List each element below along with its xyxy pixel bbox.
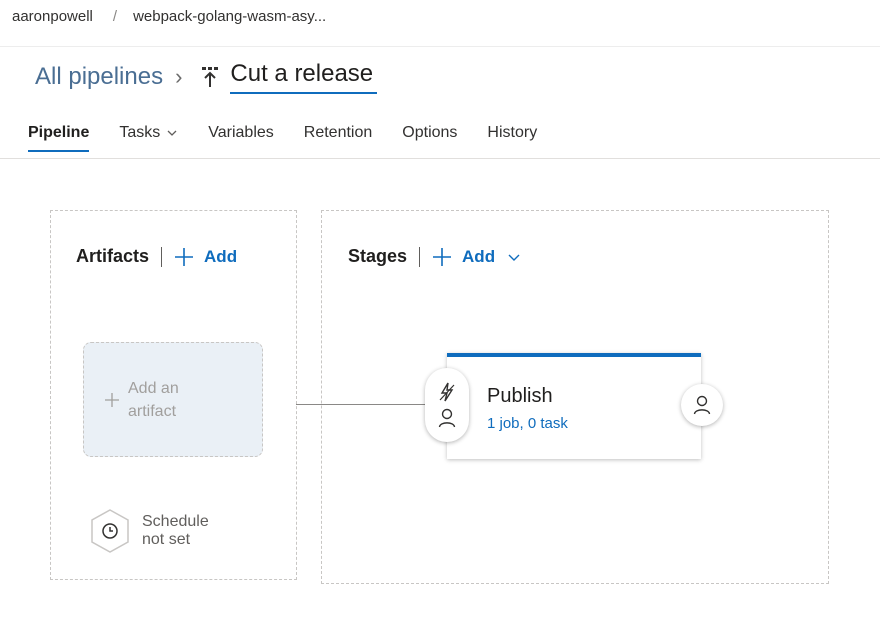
breadcrumb-project[interactable]: webpack-golang-wasm-asy... (133, 8, 326, 25)
clock-hexagon-icon (91, 509, 129, 553)
schedule-line2: not set (142, 531, 191, 548)
stage-name: Publish (487, 385, 553, 407)
page-title[interactable]: Cut a release (230, 60, 378, 94)
artifacts-header: Artifacts Add (76, 246, 237, 267)
plus-icon (433, 247, 452, 266)
artifacts-heading: Artifacts (76, 246, 150, 266)
divider (419, 246, 421, 267)
stage-job-summary[interactable]: 1 job, 0 task (487, 415, 568, 432)
add-artifact-placeholder[interactable]: Add an artifact (83, 342, 263, 457)
stages-header: Stages Add (348, 246, 531, 267)
pre-deployment-conditions[interactable] (425, 368, 469, 442)
schedule-line1: Schedule (142, 513, 209, 530)
stage-card-publish[interactable]: Publish 1 job, 0 task (447, 353, 701, 459)
artifact-stage-connector (296, 404, 430, 405)
person-icon (438, 408, 456, 428)
tab-options[interactable]: Options (402, 124, 457, 152)
tab-tasks[interactable]: Tasks (119, 124, 178, 152)
artifact-placeholder-line1: Add an (128, 379, 179, 397)
stages-heading: Stages (348, 246, 408, 266)
divider (161, 246, 163, 267)
schedule-trigger[interactable]: Schedule not set (88, 508, 209, 554)
tab-retention[interactable]: Retention (304, 124, 373, 152)
breadcrumb: aaronpowell / webpack-golang-wasm-asy... (12, 8, 326, 25)
artifact-placeholder-line2: artifact (128, 402, 177, 420)
add-artifact-button[interactable]: Add (174, 247, 237, 267)
plus-icon (105, 392, 119, 407)
chevron-down-icon[interactable] (507, 250, 521, 264)
breadcrumb-separator: / (112, 8, 118, 25)
page-title-bar: All pipelines › Cut a release (35, 60, 378, 94)
chevron-down-icon (167, 130, 177, 136)
pipeline-tabs: Pipeline Tasks Variables Retention Optio… (28, 124, 567, 152)
breadcrumb-org[interactable]: aaronpowell (12, 8, 93, 25)
tab-variables[interactable]: Variables (208, 124, 274, 152)
tab-history[interactable]: History (487, 124, 537, 152)
post-deployment-conditions[interactable] (681, 384, 723, 426)
lightning-icon (439, 382, 455, 402)
release-pipeline-icon (202, 67, 219, 87)
tabs-divider (0, 158, 880, 159)
person-icon (693, 395, 711, 415)
header-divider (0, 46, 880, 47)
all-pipelines-link[interactable]: All pipelines (35, 63, 163, 91)
add-stage-button[interactable]: Add (432, 247, 531, 267)
breadcrumb-chevron: › (175, 64, 183, 89)
plus-icon (175, 247, 194, 266)
tab-pipeline[interactable]: Pipeline (28, 124, 90, 152)
